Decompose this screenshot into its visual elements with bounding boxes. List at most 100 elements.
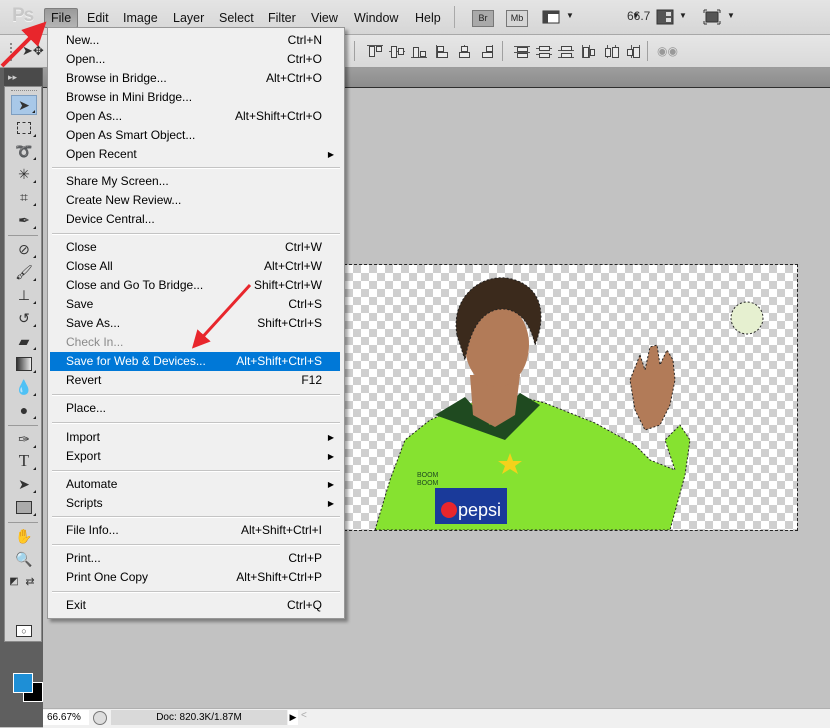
menu-layer[interactable]: Layer (167, 9, 210, 27)
file-menu-item-save-for-web-and-devices[interactable]: Save for Web & Devices... Alt+Shift+Ctrl+… (50, 352, 340, 371)
screen-mode-dropdown-icon[interactable]: ▼ (727, 11, 735, 20)
status-zoom-field[interactable]: 66.67% (43, 710, 89, 725)
menu-item-label: Create New Review... (66, 193, 182, 207)
crop-tool[interactable]: ⌗ (11, 187, 37, 207)
menu-item-label: Close All (66, 259, 113, 273)
file-menu-item-save-as[interactable]: Save As... Shift+Ctrl+S (50, 314, 340, 333)
align-horizontal-centers-icon[interactable] (458, 45, 474, 58)
file-menu-item-close-all[interactable]: Close All Alt+Ctrl+W (50, 257, 340, 276)
eraser-tool[interactable]: ▰ (11, 331, 37, 351)
file-menu-item-print-one-copy[interactable]: Print One Copy Alt+Shift+Ctrl+P (50, 568, 340, 587)
quick-selection-tool[interactable]: ✳ (11, 164, 37, 184)
dodge-tool[interactable]: ● (11, 400, 37, 420)
clone-stamp-tool[interactable]: ⊥ (11, 285, 37, 305)
file-menu-item-open-recent[interactable]: Open Recent ▶ (50, 145, 340, 164)
distribute-bottom-edges-icon[interactable] (558, 45, 574, 58)
move-tool[interactable]: ➤ (11, 95, 37, 115)
status-info-icon[interactable] (93, 711, 107, 725)
menu-file[interactable]: File (44, 8, 79, 28)
file-menu-item-share-my-screen[interactable]: Share My Screen... (50, 172, 340, 191)
tools-grip[interactable] (11, 90, 37, 92)
distribute-left-edges-icon[interactable] (582, 45, 598, 58)
arrange-dropdown-icon[interactable]: ▼ (679, 11, 687, 20)
file-menu-item-browse-in-bridge[interactable]: Browse in Bridge... Alt+Ctrl+O (50, 69, 340, 88)
distribute-top-edges-icon[interactable] (514, 45, 530, 58)
file-menu-item-exit[interactable]: Exit Ctrl+Q (50, 596, 340, 615)
zoom-dropdown-caret-icon[interactable]: ▼ (632, 11, 640, 20)
menu-item-label: Close (66, 240, 97, 254)
brush-tool[interactable]: 🖌 (11, 262, 37, 282)
lasso-tool[interactable]: ➰ (11, 141, 37, 161)
tools-panel-collapse-button[interactable]: ▸▸ (4, 68, 42, 86)
file-menu-item-close-and-go-to-bridge[interactable]: Close and Go To Bridge... Shift+Ctrl+W (50, 276, 340, 295)
move-tool-preset-icon[interactable]: ➤✥ (22, 43, 44, 59)
distribute-right-edges-icon[interactable] (626, 45, 642, 58)
menu-view[interactable]: View (305, 9, 344, 27)
menu-image[interactable]: Image (117, 9, 164, 27)
gradient-tool[interactable] (11, 354, 37, 374)
type-tool[interactable]: T (11, 451, 37, 471)
file-menu-item-export[interactable]: Export ▶ (50, 447, 340, 466)
tools-panel: ➤ ➰ ✳ ⌗ ✒ ⊘ 🖌 ⊥ ↺ ▰ 💧 ● ✑ T ➤ ✋ 🔍 ◩ ⇄ ○ (4, 86, 43, 702)
file-menu-item-place[interactable]: Place... (50, 399, 340, 418)
path-selection-tool[interactable]: ➤ (11, 474, 37, 494)
menu-item-shortcut: Alt+Ctrl+W (263, 259, 322, 273)
healing-brush-tool[interactable]: ⊘ (11, 239, 37, 259)
menu-select[interactable]: Select (213, 9, 260, 27)
menu-window[interactable]: Window (348, 9, 404, 27)
eyedropper-tool[interactable]: ✒ (11, 210, 37, 230)
file-menu-item-file-info[interactable]: File Info... Alt+Shift+Ctrl+I (50, 521, 340, 540)
menu-filter[interactable]: Filter (262, 9, 302, 27)
status-menu-arrow[interactable]: ▶ (288, 710, 298, 725)
sponsor-small-text: BOOM (417, 472, 439, 479)
file-menu-item-revert[interactable]: Revert F12 (50, 371, 340, 390)
pen-tool[interactable]: ✑ (11, 429, 37, 449)
arrange-documents-button[interactable] (656, 9, 674, 25)
blur-tool[interactable]: 💧 (11, 377, 37, 397)
file-menu-item-browse-in-mini-bridge[interactable]: Browse in Mini Bridge... (50, 88, 340, 107)
foreground-color-swatch[interactable] (13, 673, 33, 693)
auto-align-layers-icon[interactable]: ◉◉ (657, 44, 678, 58)
file-menu-item-close[interactable]: Close Ctrl+W (50, 238, 340, 257)
mini-bridge-button[interactable]: Mb (506, 10, 528, 27)
shape-tool[interactable] (11, 497, 37, 517)
file-menu-item-open-as-smart-object[interactable]: Open As Smart Object... (50, 126, 340, 145)
file-menu-item-print[interactable]: Print... Ctrl+P (50, 549, 340, 568)
distribute-vertical-centers-icon[interactable] (536, 45, 552, 58)
options-grip[interactable] (10, 43, 14, 61)
scroll-left-button[interactable]: < (301, 710, 307, 721)
file-menu-item-automate[interactable]: Automate ▶ (50, 475, 340, 494)
menu-help[interactable]: Help (409, 9, 447, 27)
menu-edit[interactable]: Edit (81, 9, 115, 27)
menu-item-label: Export (66, 449, 101, 463)
swap-colors-button[interactable]: ⇄ (23, 571, 37, 591)
align-top-edges-icon[interactable] (367, 45, 383, 58)
file-menu-item-create-new-review[interactable]: Create New Review... (50, 191, 340, 210)
align-bottom-edges-icon[interactable] (411, 45, 427, 58)
hand-tool[interactable]: ✋ (11, 526, 37, 546)
file-menu-item-save[interactable]: Save Ctrl+S (50, 295, 340, 314)
quick-mask-button[interactable]: ○ (11, 621, 37, 641)
submenu-arrow-icon: ▶ (327, 452, 334, 461)
extras-button[interactable] (542, 9, 560, 25)
file-menu-item-import[interactable]: Import ▶ (50, 428, 340, 447)
file-menu-item-device-central[interactable]: Device Central... (50, 210, 340, 229)
align-left-edges-icon[interactable] (436, 45, 452, 58)
file-menu-item-new[interactable]: New... Ctrl+N (50, 31, 340, 50)
extras-dropdown-icon[interactable]: ▼ (566, 11, 574, 20)
bridge-button[interactable]: Br (472, 10, 494, 27)
screen-mode-icon (703, 9, 721, 25)
file-menu-item-open-as[interactable]: Open As... Alt+Shift+Ctrl+O (50, 107, 340, 126)
default-colors-button[interactable]: ◩ (7, 571, 21, 591)
screen-mode-button[interactable] (703, 9, 721, 25)
distribute-horizontal-centers-icon[interactable] (604, 45, 620, 58)
marquee-tool[interactable] (11, 118, 37, 138)
align-vertical-centers-icon[interactable] (389, 45, 405, 58)
file-menu-item-check-in: Check In... (50, 333, 340, 352)
file-menu-item-scripts[interactable]: Scripts ▶ (50, 494, 340, 513)
align-right-edges-icon[interactable] (480, 45, 496, 58)
history-brush-tool[interactable]: ↺ (11, 308, 37, 328)
file-menu-item-open[interactable]: Open... Ctrl+O (50, 50, 340, 69)
document-canvas[interactable]: pepsi BOOM BOOM (344, 264, 798, 531)
zoom-tool[interactable]: 🔍 (11, 549, 37, 569)
